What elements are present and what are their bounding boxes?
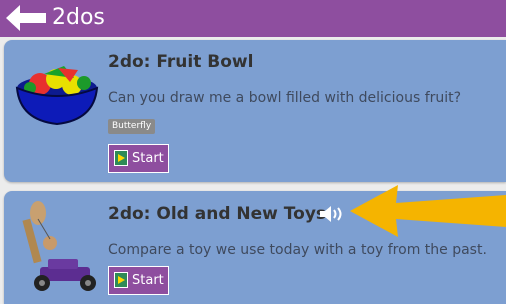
- task-card-fruit-bowl[interactable]: 2do: Fruit Bowl Can you draw me a bowl f…: [4, 40, 506, 182]
- card-description: Can you draw me a bowl filled with delic…: [108, 90, 462, 106]
- card-title: 2do: Old and New Toys: [108, 204, 327, 224]
- app-header: 2dos: [0, 0, 506, 37]
- tag-badge: Butterfly: [108, 119, 156, 134]
- start-icon: [114, 272, 128, 288]
- card-title: 2do: Fruit Bowl: [108, 52, 254, 72]
- back-arrow-icon[interactable]: [6, 5, 48, 31]
- start-icon: [114, 150, 128, 166]
- speaker-icon[interactable]: [319, 206, 345, 222]
- start-button-label: Start: [132, 273, 164, 288]
- start-button-label: Start: [132, 151, 164, 166]
- annotation-arrow-icon: [350, 185, 506, 237]
- fruit-bowl-image: [15, 66, 99, 126]
- page-title: 2dos: [52, 5, 105, 30]
- start-button[interactable]: Start: [108, 266, 169, 295]
- toys-image: [22, 201, 96, 291]
- card-description: Compare a toy we use today with a toy fr…: [108, 242, 487, 258]
- start-button[interactable]: Start: [108, 144, 169, 173]
